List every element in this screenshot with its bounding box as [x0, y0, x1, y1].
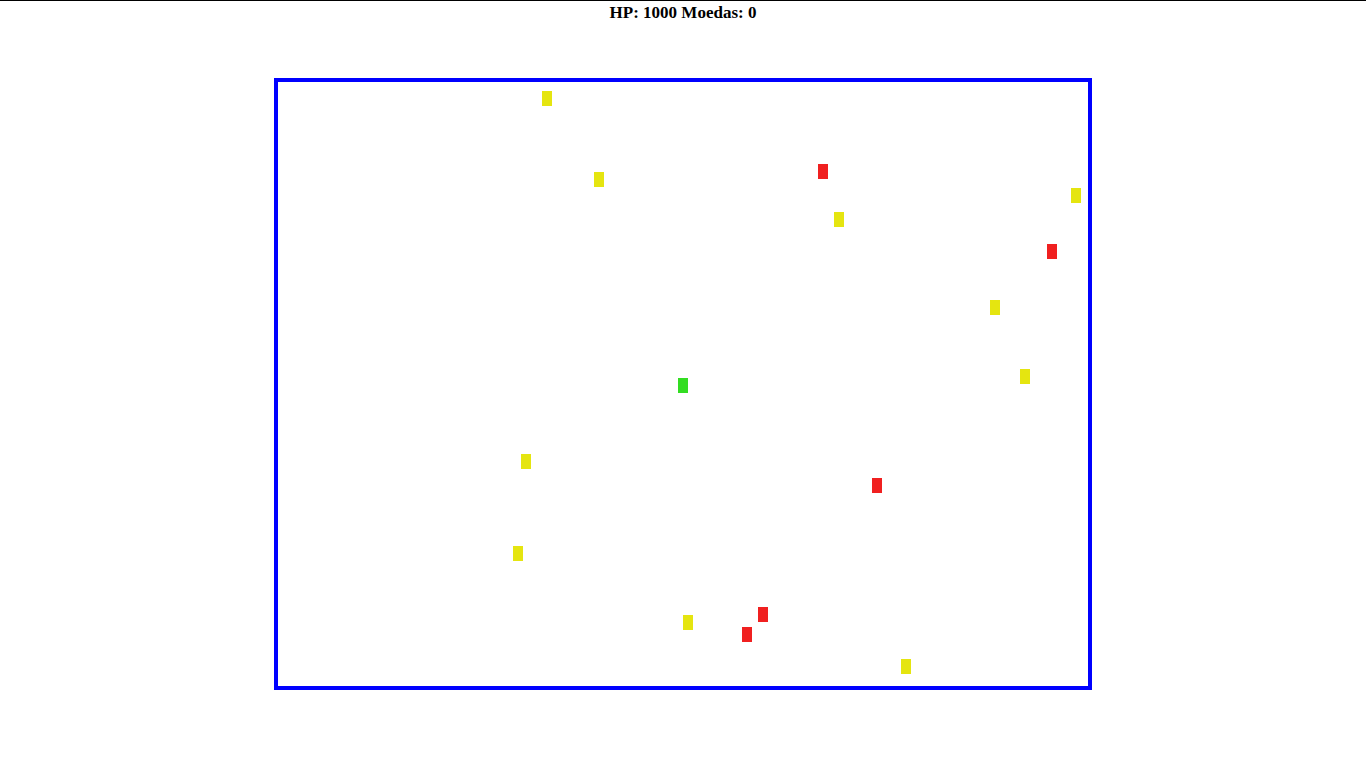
- player: [678, 378, 688, 393]
- coin: [594, 172, 604, 187]
- enemy: [742, 627, 752, 642]
- enemy: [758, 607, 768, 622]
- coin: [521, 454, 531, 469]
- coin: [1071, 188, 1081, 203]
- game-page: HP: 1000 Moedas: 0: [0, 0, 1366, 768]
- hud-status: HP: 1000 Moedas: 0: [610, 1, 757, 25]
- enemy: [1047, 244, 1057, 259]
- game-field[interactable]: [274, 78, 1092, 690]
- enemy: [818, 164, 828, 179]
- coin: [683, 615, 693, 630]
- enemy: [872, 478, 882, 493]
- coin: [542, 91, 552, 106]
- coin: [990, 300, 1000, 315]
- coin: [901, 659, 911, 674]
- coin: [513, 546, 523, 561]
- coin: [1020, 369, 1030, 384]
- coin: [834, 212, 844, 227]
